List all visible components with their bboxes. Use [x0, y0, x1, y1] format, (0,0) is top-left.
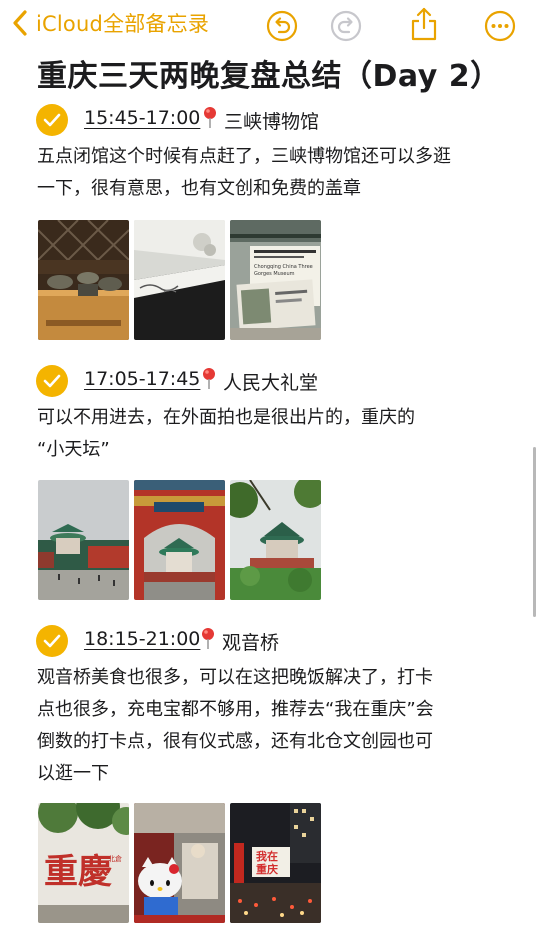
- place-name: 观音桥: [222, 632, 280, 654]
- section-description: 五点闭馆这个时候有点赶了，三峡博物馆还可以多逛 一下，很有意思，也有文创和免费的…: [37, 141, 507, 205]
- hello-kitty-statue-photo[interactable]: [134, 803, 225, 923]
- description-line: 一下，很有意思，也有文创和免费的盖章: [37, 178, 361, 199]
- great-hall-trees-photo[interactable]: [230, 480, 321, 600]
- navigation-bar: iCloud全部备忘录: [0, 0, 540, 52]
- checkbox-checked-icon[interactable]: [36, 104, 68, 136]
- time-range: 18:15-21:00: [84, 628, 201, 650]
- display-case-photo[interactable]: [134, 220, 225, 340]
- share-icon[interactable]: [408, 6, 440, 42]
- description-line: 观音桥美食也很多，可以在这把晚饭解决了，打卡: [37, 667, 433, 688]
- bronze-artifacts-photo[interactable]: [38, 220, 129, 340]
- back-label: iCloud全部备忘录: [36, 12, 210, 36]
- description-line: 倒数的打卡点，很有仪式感，还有北仓文创园也可: [37, 731, 433, 752]
- redo-icon[interactable]: [330, 10, 362, 42]
- undo-icon[interactable]: [266, 10, 298, 42]
- back-button[interactable]: iCloud全部备忘录: [10, 8, 209, 38]
- pin-icon: [202, 628, 214, 649]
- chongqing-calligraphy-wall-photo[interactable]: 重慶 北倉: [38, 803, 129, 923]
- great-hall-plaza-photo[interactable]: [38, 480, 129, 600]
- scroll-indicator[interactable]: [533, 447, 536, 617]
- great-hall-gate-photo[interactable]: [134, 480, 225, 600]
- museum-ticket-photo[interactable]: Chongqing China Three Gorges Museum: [230, 220, 321, 340]
- time-range: 17:05-17:45: [84, 368, 201, 390]
- description-line: 点也很多，充电宝都不够用，推荐去“我在重庆”会: [37, 699, 434, 720]
- sign-text: 我在: [256, 849, 278, 863]
- checkbox-checked-icon[interactable]: [36, 365, 68, 397]
- section-description: 可以不用进去，在外面拍也是很出片的，重庆的 “小天坛”: [37, 402, 507, 466]
- chevron-left-icon: [13, 10, 27, 36]
- ticket-text: Gorges Museum: [254, 271, 295, 277]
- time-range: 15:45-17:00: [84, 107, 201, 129]
- description-line: 以逛一下: [37, 763, 109, 784]
- description-line: 五点闭馆这个时候有点赶了，三峡博物馆还可以多逛: [37, 146, 451, 167]
- night-street-sign-photo[interactable]: 我在 重庆: [230, 803, 321, 923]
- checkbox-checked-icon[interactable]: [36, 625, 68, 657]
- wall-small-text: 北倉: [108, 854, 122, 863]
- place-name: 人民大礼堂: [223, 372, 319, 394]
- place-name: 三峡博物馆: [224, 111, 320, 133]
- ticket-text: Chongqing China Three: [254, 264, 313, 270]
- pin-icon: [203, 368, 215, 389]
- description-line: 可以不用进去，在外面拍也是很出片的，重庆的: [37, 407, 415, 428]
- section-description: 观音桥美食也很多，可以在这把晚饭解决了，打卡 点也很多，充电宝都不够用，推荐去“…: [37, 662, 507, 790]
- note-title: 重庆三天两晚复盘总结（Day 2）: [37, 59, 501, 94]
- pin-icon: [204, 107, 216, 128]
- description-line: “小天坛”: [37, 439, 110, 460]
- wall-calligraphy: 重慶: [44, 852, 112, 892]
- sign-text: 重庆: [256, 862, 278, 876]
- more-icon[interactable]: [484, 10, 516, 42]
